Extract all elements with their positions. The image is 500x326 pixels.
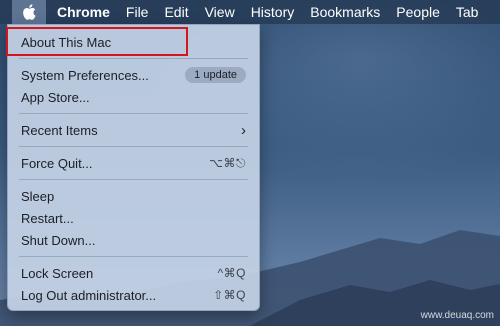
menu-item-lock-screen[interactable]: Lock Screen ^⌘Q bbox=[8, 262, 259, 284]
menu-item-system-preferences[interactable]: System Preferences... 1 update bbox=[8, 64, 259, 86]
log-out-shortcut: ⇧⌘Q bbox=[213, 288, 246, 302]
menu-bookmarks[interactable]: Bookmarks bbox=[302, 0, 388, 24]
menu-separator bbox=[19, 146, 248, 147]
sleep-label: Sleep bbox=[21, 188, 55, 204]
force-quit-shortcut: ⌥⌘⎋ bbox=[209, 155, 246, 170]
menu-item-app-store[interactable]: App Store... bbox=[8, 86, 259, 108]
about-this-mac-highlight-box bbox=[6, 27, 188, 56]
menu-item-shut-down[interactable]: Shut Down... bbox=[8, 229, 259, 251]
recent-items-label: Recent Items bbox=[21, 122, 98, 138]
menu-separator bbox=[19, 113, 248, 114]
menu-view[interactable]: View bbox=[197, 0, 243, 24]
watermark-text: www.deuaq.com bbox=[420, 310, 494, 321]
menu-file[interactable]: File bbox=[118, 0, 157, 24]
menu-edit[interactable]: Edit bbox=[156, 0, 196, 24]
apple-logo-icon bbox=[23, 4, 36, 20]
lock-screen-shortcut: ^⌘Q bbox=[217, 266, 246, 280]
menu-item-sleep[interactable]: Sleep bbox=[8, 185, 259, 207]
chevron-right-icon: › bbox=[241, 121, 246, 139]
menu-item-log-out[interactable]: Log Out administrator... ⇧⌘Q bbox=[8, 284, 259, 306]
menu-history[interactable]: History bbox=[243, 0, 303, 24]
menu-item-force-quit[interactable]: Force Quit... ⌥⌘⎋ bbox=[8, 152, 259, 174]
menu-bar: Chrome File Edit View History Bookmarks … bbox=[0, 0, 500, 24]
log-out-label: Log Out administrator... bbox=[21, 287, 157, 303]
system-preferences-label: System Preferences... bbox=[21, 67, 149, 83]
menu-separator bbox=[19, 58, 248, 59]
update-badge: 1 update bbox=[185, 67, 246, 83]
shut-down-label: Shut Down... bbox=[21, 232, 96, 248]
force-quit-label: Force Quit... bbox=[21, 155, 93, 171]
lock-screen-label: Lock Screen bbox=[21, 265, 94, 281]
restart-label: Restart... bbox=[21, 210, 74, 226]
apple-dropdown-menu: About This Mac System Preferences... 1 u… bbox=[7, 24, 260, 311]
menu-separator bbox=[19, 179, 248, 180]
menu-item-recent-items[interactable]: Recent Items › bbox=[8, 119, 259, 141]
menu-separator bbox=[19, 256, 248, 257]
menu-people[interactable]: People bbox=[388, 0, 448, 24]
menu-item-restart[interactable]: Restart... bbox=[8, 207, 259, 229]
app-store-label: App Store... bbox=[21, 89, 90, 105]
menu-chrome[interactable]: Chrome bbox=[49, 0, 118, 24]
apple-menu-button[interactable] bbox=[12, 0, 46, 24]
menu-tab[interactable]: Tab bbox=[448, 0, 487, 24]
